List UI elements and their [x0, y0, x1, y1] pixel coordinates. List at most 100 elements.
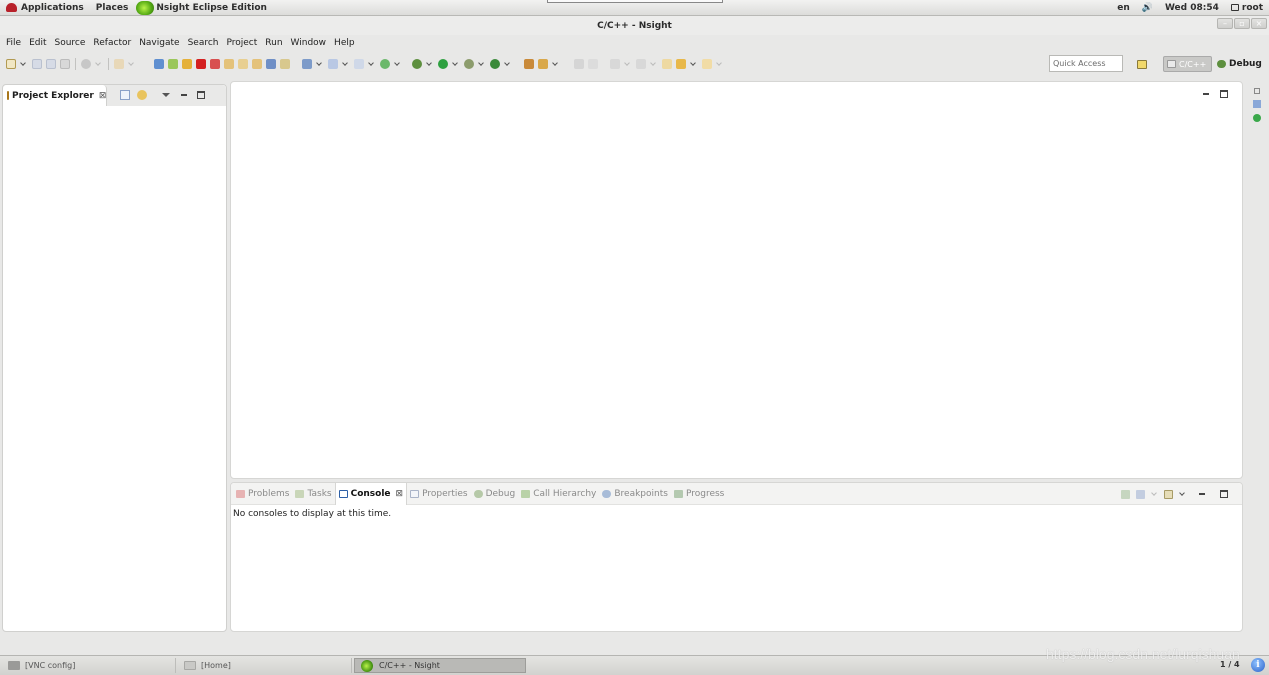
user-menu[interactable]: root [1230, 3, 1263, 13]
new-file-icon[interactable] [354, 59, 364, 69]
maximize-view-icon[interactable] [197, 91, 205, 99]
active-app-menu[interactable]: Nsight Eclipse Edition [134, 0, 273, 16]
tab-problems[interactable]: Problems [233, 483, 292, 505]
maximize-view-icon[interactable] [1220, 490, 1228, 498]
new-dropdown-arrow[interactable] [20, 59, 27, 69]
applications-menu[interactable]: Applications [0, 0, 90, 16]
run-icon[interactable] [438, 59, 448, 69]
menu-refactor[interactable]: Refactor [89, 38, 135, 48]
save-all-icon[interactable] [46, 59, 56, 69]
step-over-icon[interactable] [238, 59, 248, 69]
maximize-editor-icon[interactable] [1220, 90, 1228, 98]
menu-search[interactable]: Search [184, 38, 223, 48]
menu-file[interactable]: File [2, 38, 25, 48]
forward-dropdown-arrow[interactable] [716, 59, 723, 69]
step-return-icon[interactable] [252, 59, 262, 69]
previous-annotation-icon[interactable] [636, 59, 646, 69]
tab-call-hierarchy[interactable]: Call Hierarchy [518, 483, 599, 505]
tab-properties[interactable]: Properties [407, 483, 470, 505]
collapse-all-icon[interactable] [120, 90, 130, 100]
link-with-editor-icon[interactable] [137, 90, 147, 100]
task-vnc-config[interactable]: [VNC config] [2, 658, 176, 673]
open-perspective-icon[interactable] [1137, 60, 1147, 69]
outline-icon[interactable] [1253, 100, 1261, 108]
maximize-window-button[interactable]: ▫ [1234, 18, 1250, 29]
next-annotation-dropdown-arrow[interactable] [624, 59, 631, 69]
perspective-cpp-button[interactable]: C/C++ [1163, 56, 1212, 72]
volume-icon[interactable]: 🔊 [1142, 3, 1153, 13]
c-project-dropdown-arrow[interactable] [394, 59, 401, 69]
restore-icon[interactable] [1254, 88, 1260, 94]
display-console-dropdown-arrow[interactable] [1151, 489, 1158, 499]
minimize-view-icon[interactable] [180, 91, 188, 99]
tab-progress[interactable]: Progress [671, 483, 727, 505]
run-dropdown-arrow[interactable] [452, 59, 459, 69]
resume-icon[interactable] [168, 59, 178, 69]
toggle-block-icon[interactable] [588, 59, 598, 69]
source-nav-dropdown-arrow[interactable] [128, 59, 135, 69]
window-title-bar[interactable]: C/C++ - Nsight [0, 16, 1269, 35]
minimize-window-button[interactable]: – [1217, 18, 1233, 29]
external-tools-icon[interactable] [490, 59, 500, 69]
quick-access-input[interactable]: Quick Access [1049, 55, 1123, 72]
c-project-icon[interactable] [380, 59, 390, 69]
search-dropdown-arrow[interactable] [552, 59, 559, 69]
search-icon[interactable] [538, 59, 548, 69]
project-explorer-view[interactable]: Project Explorer ⊠ [2, 84, 227, 632]
clock[interactable]: Wed 08:54 [1165, 3, 1219, 13]
menu-run[interactable]: Run [261, 38, 286, 48]
open-console-icon[interactable] [302, 59, 312, 69]
open-type-icon[interactable] [524, 59, 534, 69]
use-step-filters-icon[interactable] [280, 59, 290, 69]
info-icon[interactable]: i [1251, 658, 1265, 672]
new-file-dropdown-arrow[interactable] [368, 59, 375, 69]
new-class-icon[interactable] [328, 59, 338, 69]
menu-edit[interactable]: Edit [25, 38, 50, 48]
next-annotation-icon[interactable] [610, 59, 620, 69]
instruction-step-icon[interactable] [266, 59, 276, 69]
view-menu-icon[interactable] [162, 93, 170, 97]
menu-project[interactable]: Project [222, 38, 261, 48]
build-icon[interactable] [81, 59, 91, 69]
places-menu[interactable]: Places [90, 0, 135, 16]
open-console-dropdown-arrow[interactable] [316, 59, 323, 69]
profile-icon[interactable] [464, 59, 474, 69]
debug-bug-icon[interactable] [412, 59, 422, 69]
perspective-debug-button[interactable]: Debug [1216, 56, 1264, 72]
task-home[interactable]: [Home] [178, 658, 352, 673]
keyboard-language[interactable]: en [1117, 3, 1130, 13]
external-tools-dropdown-arrow[interactable] [504, 59, 511, 69]
tab-console[interactable]: Console ⊠ [334, 483, 408, 505]
profile-dropdown-arrow[interactable] [478, 59, 485, 69]
debug-dropdown-arrow[interactable] [426, 59, 433, 69]
new-icon[interactable] [6, 59, 16, 69]
console-view[interactable]: Problems Tasks Console ⊠ Properties Debu… [230, 482, 1243, 632]
terminate-icon[interactable] [196, 59, 206, 69]
disconnect-icon[interactable] [210, 59, 220, 69]
back-dropdown-arrow[interactable] [690, 59, 697, 69]
tab-tasks[interactable]: Tasks [292, 483, 334, 505]
minimize-editor-icon[interactable] [1202, 90, 1210, 98]
open-console-dropdown-arrow[interactable] [1179, 489, 1186, 499]
step-into-icon[interactable] [224, 59, 234, 69]
editor-area[interactable] [230, 81, 1243, 479]
menu-navigate[interactable]: Navigate [135, 38, 183, 48]
last-edit-location-icon[interactable] [662, 59, 672, 69]
back-icon[interactable] [676, 59, 686, 69]
forward-icon[interactable] [702, 59, 712, 69]
pin-console-icon[interactable] [1121, 489, 1130, 499]
display-console-icon[interactable] [1136, 489, 1145, 499]
skip-breakpoints-icon[interactable] [154, 59, 164, 69]
task-nsight[interactable]: C/C++ - Nsight [354, 658, 526, 673]
new-class-dropdown-arrow[interactable] [342, 59, 349, 69]
previous-annotation-dropdown-arrow[interactable] [650, 59, 657, 69]
close-tab-icon[interactable]: ⊠ [99, 91, 107, 101]
menu-source[interactable]: Source [51, 38, 90, 48]
source-nav-icon[interactable] [114, 59, 124, 69]
tab-breakpoints[interactable]: Breakpoints [599, 483, 671, 505]
menu-window[interactable]: Window [287, 38, 331, 48]
menu-help[interactable]: Help [330, 38, 359, 48]
make-target-icon[interactable] [1253, 114, 1261, 122]
suspend-icon[interactable] [182, 59, 192, 69]
build-dropdown-arrow[interactable] [95, 59, 102, 69]
